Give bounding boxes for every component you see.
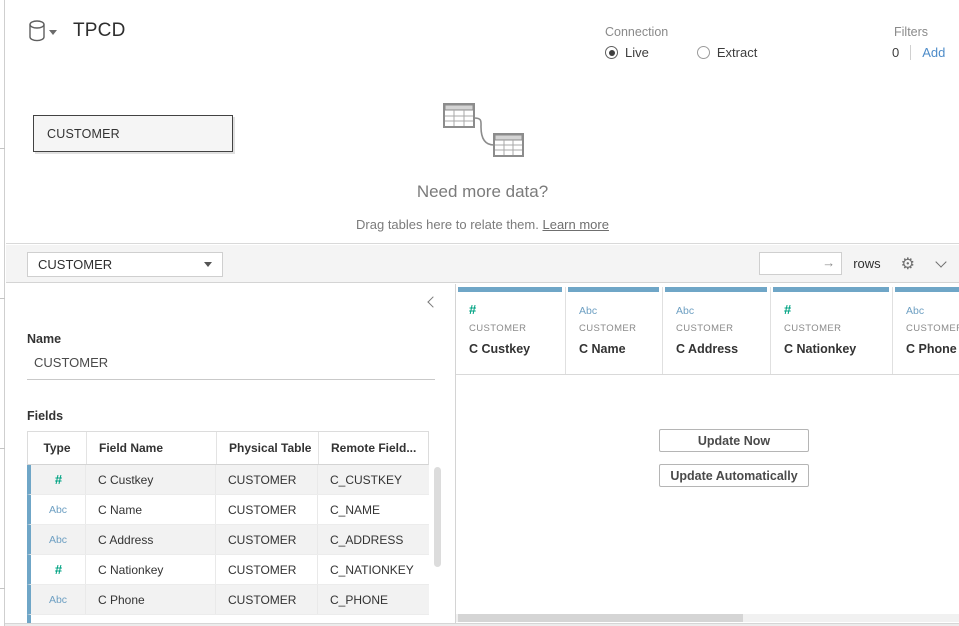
update-automatically-button[interactable]: Update Automatically (659, 464, 809, 487)
database-icon[interactable] (28, 20, 46, 42)
filters-section: Filters 0 Add (886, 25, 945, 60)
column-type-icon: Abc (676, 305, 694, 317)
logical-table-customer[interactable]: CUSTOMER (33, 115, 233, 152)
remote-field-cell: C_ADDRESS (318, 525, 429, 554)
physical-table-cell: CUSTOMER (216, 495, 318, 524)
vertical-scrollbar[interactable] (434, 467, 441, 567)
table-row-partial (27, 615, 429, 623)
go-arrow-icon[interactable]: → (822, 255, 835, 270)
grid-toolbar: CUSTOMER → rows ⚙ (6, 245, 959, 283)
column-table-name: CUSTOMER (469, 323, 565, 334)
grid-column-header[interactable]: Abc CUSTOMER C Phone (893, 287, 959, 374)
field-row[interactable]: Abc C Name CUSTOMER C_NAME (27, 495, 429, 525)
fields-metadata-table: Type Field Name Physical Table Remote Fi… (27, 431, 429, 623)
field-type-icon: Abc (49, 534, 67, 546)
fields-table-header: Type Field Name Physical Table Remote Fi… (27, 431, 429, 465)
column-field-name: C Nationkey (784, 342, 892, 356)
name-label: Name (27, 332, 61, 346)
column-type-icon: Abc (906, 305, 924, 317)
chevron-down-icon[interactable] (935, 256, 946, 267)
filters-count: 0 (886, 45, 899, 60)
field-type-icon: Abc (49, 594, 67, 606)
field-row[interactable]: Abc C Address CUSTOMER C_ADDRESS (27, 525, 429, 555)
field-type-icon: # (55, 562, 61, 577)
column-accent-strip (895, 287, 959, 292)
column-type-icon: # (784, 302, 790, 317)
remote-field-cell: C_NATIONKEY (318, 555, 429, 584)
column-table-name: CUSTOMER (906, 323, 959, 334)
radio-extract[interactable]: Extract (697, 45, 757, 60)
physical-table-cell: CUSTOMER (216, 525, 318, 554)
remote-field-cell: C_CUSTKEY (318, 465, 429, 494)
field-name-cell: C Nationkey (86, 555, 216, 584)
window-left-edge (0, 0, 5, 626)
gear-icon[interactable]: ⚙ (901, 254, 915, 274)
column-field-name: C Address (676, 342, 770, 356)
radio-extract-circle[interactable] (697, 46, 710, 59)
grid-column-header[interactable]: Abc CUSTOMER C Name (566, 287, 663, 374)
column-accent-strip (665, 287, 767, 292)
column-table-name: CUSTOMER (579, 323, 662, 334)
divider (910, 45, 911, 60)
name-input[interactable]: CUSTOMER (27, 350, 435, 380)
col-header-field[interactable]: Field Name (87, 432, 217, 464)
data-preview-panel: # CUSTOMER C Custkey Abc CUSTOMER C Name… (455, 284, 959, 623)
column-accent-strip (773, 287, 889, 292)
table-details-panel: Name CUSTOMER Fields Type Field Name Phy… (6, 284, 455, 623)
col-header-remote[interactable]: Remote Field... (319, 432, 428, 464)
relate-tables-illustration (430, 93, 550, 168)
datasource-canvas: TPCD Connection Live Extract Filters 0 A… (6, 0, 959, 244)
remote-field-cell: C_NAME (318, 495, 429, 524)
fields-label: Fields (27, 409, 63, 423)
connection-label: Connection (605, 25, 805, 39)
collapse-panel-icon[interactable] (427, 296, 438, 307)
col-header-physical[interactable]: Physical Table (217, 432, 319, 464)
column-accent-strip (568, 287, 659, 292)
field-row[interactable]: # C Nationkey CUSTOMER C_NATIONKEY (27, 555, 429, 585)
column-table-name: CUSTOMER (676, 323, 770, 334)
connection-section: Connection Live Extract (605, 25, 805, 60)
field-name-cell: C Address (86, 525, 216, 554)
column-field-name: C Name (579, 342, 662, 356)
col-header-type[interactable]: Type (28, 432, 87, 464)
grid-column-header[interactable]: Abc CUSTOMER C Address (663, 287, 771, 374)
physical-table-cell: CUSTOMER (216, 585, 318, 614)
learn-more-link[interactable]: Learn more (542, 217, 608, 232)
field-name-cell: C Phone (86, 585, 216, 614)
physical-table-cell: CUSTOMER (216, 465, 318, 494)
grid-column-header[interactable]: # CUSTOMER C Nationkey (771, 287, 893, 374)
drag-tables-hint: Drag tables here to relate them. Learn m… (6, 217, 959, 232)
column-field-name: C Custkey (469, 342, 565, 356)
field-type-icon: # (55, 472, 61, 487)
data-grid-header: # CUSTOMER C Custkey Abc CUSTOMER C Name… (456, 287, 959, 375)
scrollbar-thumb[interactable] (458, 614, 743, 622)
column-field-name: C Phone (906, 342, 959, 356)
field-row[interactable]: Abc C Phone CUSTOMER C_PHONE (27, 585, 429, 615)
field-row[interactable]: # C Custkey CUSTOMER C_CUSTKEY (27, 465, 429, 495)
rows-count-input[interactable]: → (759, 252, 842, 275)
database-menu-caret-icon[interactable] (49, 30, 57, 35)
column-type-icon: Abc (579, 305, 597, 317)
column-type-icon: # (469, 302, 475, 317)
chevron-down-icon (204, 262, 212, 267)
remote-field-cell: C_PHONE (318, 585, 429, 614)
grid-column-header[interactable]: # CUSTOMER C Custkey (456, 287, 566, 374)
need-more-data-title: Need more data? (6, 182, 959, 202)
field-type-icon: Abc (49, 504, 67, 516)
radio-live-circle[interactable] (605, 46, 618, 59)
filters-label: Filters (886, 25, 945, 39)
horizontal-scrollbar[interactable] (456, 614, 959, 622)
table-select-dropdown[interactable]: CUSTOMER (27, 252, 223, 277)
physical-table-cell: CUSTOMER (216, 555, 318, 584)
field-name-cell: C Name (86, 495, 216, 524)
rows-label: rows (853, 256, 880, 271)
column-accent-strip (458, 287, 562, 292)
column-table-name: CUSTOMER (784, 323, 892, 334)
datasource-title: TPCD (73, 20, 126, 42)
filters-add-link[interactable]: Add (922, 45, 945, 60)
field-name-cell: C Custkey (86, 465, 216, 494)
radio-live[interactable]: Live (605, 45, 649, 60)
update-now-button[interactable]: Update Now (659, 429, 809, 452)
